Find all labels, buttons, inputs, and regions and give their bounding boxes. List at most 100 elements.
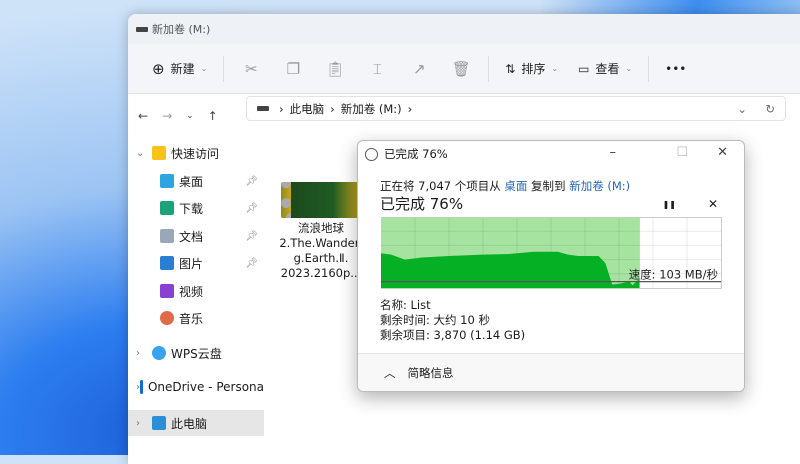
cut-icon[interactable]: ✂ <box>230 60 272 78</box>
chevron-right-icon[interactable]: › <box>136 348 152 359</box>
forward-icon[interactable]: → <box>162 109 172 123</box>
window-title: 新加卷 (M:) <box>152 23 211 36</box>
cancel-button[interactable]: ✕ <box>708 197 718 211</box>
file-name-line: 2.The.Wanderi <box>279 236 363 250</box>
chevron-down-icon: ⌄ <box>200 64 208 73</box>
progress-heading: 已完成 76% <box>380 195 464 213</box>
sidebar-item-label: 音乐 <box>179 311 204 326</box>
file-name-line: g.Earth.Ⅱ. <box>293 251 349 265</box>
sidebar-item[interactable]: 文档 📌︎ <box>128 223 264 249</box>
divider <box>488 55 490 82</box>
minimize-button[interactable]: – <box>610 145 617 160</box>
cloud-icon <box>152 346 166 360</box>
copy-icon[interactable]: ❐ <box>272 60 314 78</box>
sidebar-item[interactable]: › OneDrive - Persona <box>128 374 264 400</box>
clock-icon <box>365 147 378 161</box>
pin-icon[interactable]: 📌︎ <box>245 203 258 214</box>
sidebar-item[interactable]: 音乐 <box>128 305 264 331</box>
view-icon: ▭ <box>578 61 590 76</box>
more-button[interactable]: ••• <box>655 62 696 76</box>
chevron-right-icon[interactable]: › <box>136 418 152 429</box>
sidebar-item-label: OneDrive - Persona <box>147 380 264 394</box>
drive-icon <box>136 26 148 32</box>
video-thumbnail <box>281 182 361 218</box>
sidebar-item-label: 图片 <box>179 256 204 271</box>
recent-chevron-icon[interactable]: ⌄ <box>186 111 194 121</box>
speed-graph: 速度: 103 MB/秒 <box>381 217 722 289</box>
sidebar-item-label: 此电脑 <box>171 416 208 431</box>
divider <box>223 55 225 82</box>
copy-progress-dialog: 已完成 76% – ☐ ✕ 正在将 7,047 个项目从 桌面 复制到 新加卷 … <box>357 140 745 392</box>
pin-icon[interactable]: 📌︎ <box>245 176 258 187</box>
navigation-pane: ⌄ 快速访问 桌面 📌︎ 下载 📌︎ 文档 📌︎ 图片 📌︎ 视频 音乐 › WPS云盘 › OneDrive… <box>128 138 264 464</box>
download-icon <box>160 201 174 215</box>
pin-icon[interactable]: 📌︎ <box>245 231 258 242</box>
chevron-down-icon: ⌄ <box>625 64 633 73</box>
sort-icon: ⇅ <box>505 61 516 76</box>
document-icon <box>160 229 174 243</box>
sidebar-item-label: 视频 <box>179 284 204 299</box>
breadcrumb-drive[interactable]: 新加卷 (M:) <box>341 101 402 117</box>
pin-icon[interactable]: 📌︎ <box>245 258 258 269</box>
pictures-icon <box>160 256 174 270</box>
sidebar-item-label: 文档 <box>179 229 204 244</box>
back-icon[interactable]: ← <box>138 109 148 123</box>
maximize-button[interactable]: ☐ <box>676 145 688 160</box>
star-icon <box>152 146 166 160</box>
video-icon <box>160 284 174 298</box>
speed-label: 速度: 103 MB/秒 <box>629 268 718 282</box>
sidebar-item-label: WPS云盘 <box>171 346 222 361</box>
file-name-line: 2023.2160p... <box>280 266 362 280</box>
sort-button[interactable]: ⇅ 排序 ⌄ <box>495 60 568 77</box>
refresh-icon[interactable]: ↻ <box>765 102 775 116</box>
less-details-label: 简略信息 <box>407 365 454 380</box>
breadcrumb-this-pc[interactable]: 此电脑 <box>290 101 325 117</box>
file-name-line: 流浪地球 <box>298 221 344 235</box>
title-bar: 新加卷 (M:) <box>128 14 800 44</box>
address-bar[interactable]: › 此电脑 › 新加卷 (M:) › ⌄ ↻ <box>246 96 786 121</box>
rename-icon[interactable]: ⌶ <box>356 60 398 78</box>
address-history-icon[interactable]: ⌄ <box>737 102 747 116</box>
copy-summary: 正在将 7,047 个项目从 桌面 复制到 新加卷 (M:) <box>380 178 630 194</box>
up-icon[interactable]: ↑ <box>208 109 218 123</box>
chevron-up-icon: ︿ <box>384 365 396 380</box>
sidebar-item[interactable]: 下载 📌︎ <box>128 195 264 221</box>
share-icon[interactable]: ↗ <box>398 60 440 78</box>
pause-button[interactable]: ❚❚ <box>663 200 676 209</box>
source-link[interactable]: 桌面 <box>504 179 527 193</box>
chevron-down-icon: ⌄ <box>551 64 559 73</box>
sidebar-item[interactable]: › 此电脑 <box>128 410 264 436</box>
close-button[interactable]: ✕ <box>717 145 728 160</box>
chevron-down-icon[interactable]: ⌄ <box>136 148 152 159</box>
delete-icon[interactable]: 🗑︎ <box>440 60 482 78</box>
onedrive-icon <box>140 380 143 394</box>
sidebar-item[interactable]: 桌面 📌︎ <box>128 168 264 194</box>
sidebar-item-label: 下载 <box>179 201 204 216</box>
divider <box>648 55 650 82</box>
desktop-icon <box>160 174 174 188</box>
view-button[interactable]: ▭ 查看 ⌄ <box>568 60 642 77</box>
sidebar-item[interactable]: ⌄ 快速访问 <box>128 140 264 166</box>
sidebar-item[interactable]: › WPS云盘 <box>128 340 264 366</box>
copy-mid: 复制到 <box>531 179 566 193</box>
new-button[interactable]: ⊕ 新建 ⌄ <box>142 60 217 78</box>
paste-icon[interactable]: 📋︎ <box>314 60 356 78</box>
computer-icon <box>152 416 166 430</box>
destination-link[interactable]: 新加卷 (M:) <box>569 179 630 193</box>
sidebar-item-label: 桌面 <box>179 174 204 189</box>
new-label: 新建 <box>170 62 195 76</box>
plus-circle-icon: ⊕ <box>152 59 165 78</box>
file-item[interactable]: 流浪地球 2.The.Wanderi g.Earth.Ⅱ. 2023.2160p… <box>278 182 364 281</box>
time-remaining: 剩余时间: 大约 10 秒 <box>380 313 490 327</box>
view-label: 查看 <box>595 62 620 76</box>
drive-icon <box>257 106 269 111</box>
sidebar-item-label: 快速访问 <box>171 146 220 161</box>
file-name-info: 名称: List <box>380 298 431 312</box>
copy-prefix: 正在将 7,047 个项目从 <box>380 179 501 193</box>
sidebar-item[interactable]: 视频 <box>128 278 264 304</box>
dialog-title-bar: 已完成 76% – ☐ ✕ <box>358 141 744 167</box>
dialog-title: 已完成 76% <box>384 147 448 161</box>
sidebar-item[interactable]: 图片 📌︎ <box>128 250 264 276</box>
less-details-button[interactable]: ︿ 简略信息 <box>358 353 744 391</box>
sort-label: 排序 <box>521 62 546 76</box>
